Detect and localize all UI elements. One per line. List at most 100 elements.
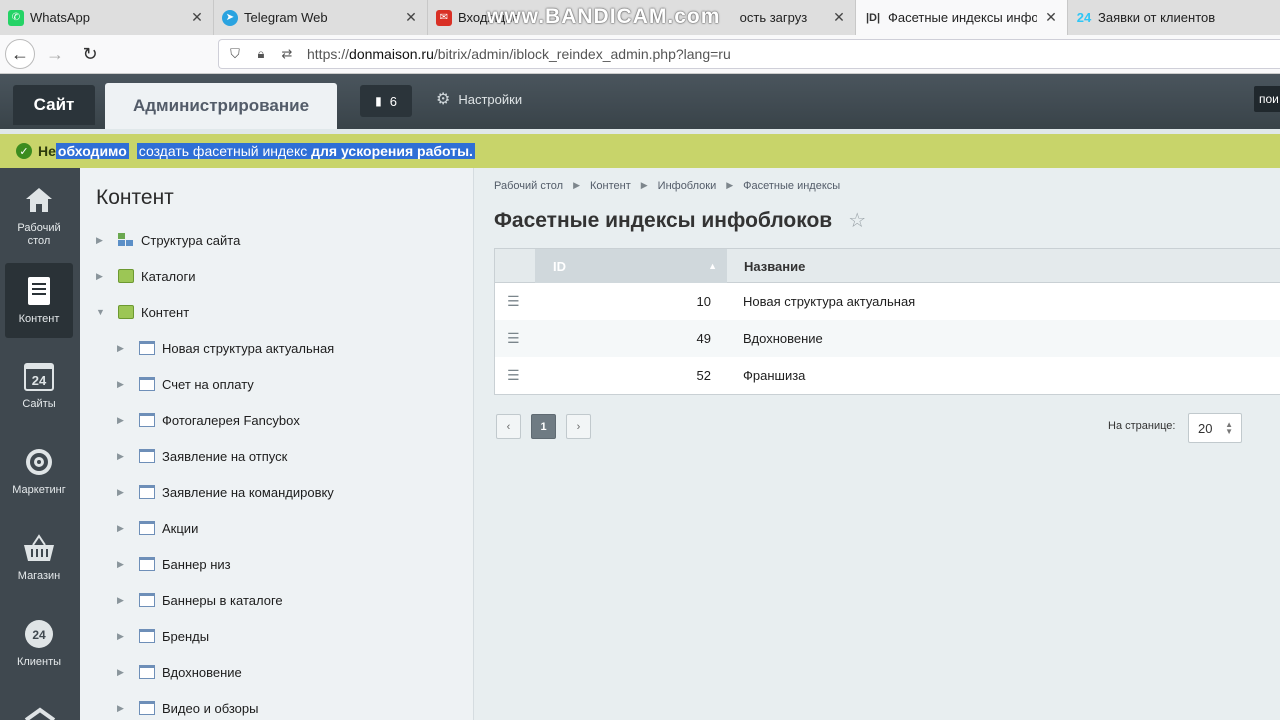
- table-row[interactable]: ☰ 10 Новая структура актуальная: [495, 283, 1280, 320]
- row-menu-icon[interactable]: ☰: [507, 293, 521, 310]
- collapsed-arrow-icon[interactable]: ▶: [96, 271, 108, 282]
- recording-watermark: www.BANDICAM.com: [487, 5, 721, 28]
- menu-tree-item[interactable]: ▶ Баннер низ: [117, 554, 231, 574]
- collapsed-arrow-icon[interactable]: ▶: [117, 523, 129, 534]
- menu-marketing-label: Маркетинг: [12, 484, 66, 496]
- svg-text:24: 24: [32, 628, 46, 642]
- prev-page-button[interactable]: ‹: [496, 414, 521, 439]
- notice-link[interactable]: создать фасетный индекс для ускорения ра…: [136, 143, 475, 159]
- table-row[interactable]: ☰ 52 Франшиза: [495, 357, 1280, 394]
- row-name: Франшиза: [743, 368, 806, 383]
- menu-tree-item-label: Каталоги: [141, 268, 196, 284]
- menu-tree-item[interactable]: ▶ Заявление на командировку: [117, 482, 334, 502]
- notifications-button[interactable]: ▮ 6: [360, 85, 412, 117]
- menu-tree-item[interactable]: ▶ Видео и обзоры: [117, 698, 258, 718]
- search-input[interactable]: пои: [1254, 86, 1280, 112]
- tab-facet-index[interactable]: |D| Фасетные индексы инфобл ✕: [856, 0, 1068, 35]
- menu-tree-item[interactable]: ▶ Фотогалерея Fancybox: [117, 410, 300, 430]
- menu-tree-item[interactable]: ▼ Контент: [96, 302, 189, 322]
- menu-shop[interactable]: Магазин: [5, 532, 73, 592]
- iblock-icon: [139, 341, 155, 355]
- collapsed-arrow-icon[interactable]: ▶: [117, 559, 129, 570]
- permissions-icon: ⇄: [281, 46, 293, 61]
- menu-tree-item[interactable]: ▶ Новая структура актуальная: [117, 338, 334, 358]
- menu-tree-item[interactable]: ▶ Структура сайта: [96, 230, 240, 250]
- lock-icon: 🔒︎: [257, 46, 265, 61]
- collapsed-arrow-icon[interactable]: ▶: [117, 487, 129, 498]
- menu-clients[interactable]: 24 Клиенты: [5, 618, 73, 678]
- column-header-name[interactable]: Название: [744, 249, 805, 283]
- breadcrumb-item[interactable]: Инфоблоки: [658, 180, 717, 192]
- administration-tab[interactable]: Администрирование: [105, 83, 337, 129]
- iblock-icon: [139, 521, 155, 535]
- tab-telegram[interactable]: ➤ Telegram Web ✕: [214, 0, 428, 35]
- menu-content-label: Контент: [18, 313, 60, 325]
- grid-header: ID ▲ Название: [495, 249, 1280, 283]
- close-icon[interactable]: ✕: [831, 9, 847, 26]
- menu-marketing[interactable]: Маркетинг: [5, 446, 73, 506]
- address-bar[interactable]: ⛉ 🔒︎ ⇄ https://donmaison.ru/bitrix/admin…: [218, 39, 1280, 69]
- breadcrumb-item[interactable]: Рабочий стол: [494, 180, 563, 192]
- row-name: Вдохновение: [743, 331, 823, 346]
- menu-tree-item[interactable]: ▶ Вдохновение: [117, 662, 242, 682]
- page-title-wrap: Фасетные индексы инфоблоков ☆: [494, 208, 866, 233]
- menu-tree-item-label: Фотогалерея Fancybox: [162, 412, 300, 428]
- tab-label: Telegram Web: [244, 10, 328, 25]
- collapsed-arrow-icon[interactable]: ▶: [117, 415, 129, 426]
- menu-content[interactable]: Контент: [5, 263, 73, 338]
- menu-tree-item[interactable]: ▶ Бренды: [117, 626, 209, 646]
- menu-panel-title: Контент: [96, 186, 174, 209]
- collapsed-arrow-icon[interactable]: ▶: [117, 667, 129, 678]
- collapsed-arrow-icon[interactable]: ▶: [117, 595, 129, 606]
- settings-button[interactable]: ⚙ Настройки: [436, 89, 522, 109]
- page-1-button[interactable]: 1: [531, 414, 556, 439]
- menu-tree-item-label: Новая структура актуальная: [162, 340, 335, 356]
- menu-tree-item-label: Акции: [162, 520, 199, 536]
- row-menu-icon[interactable]: ☰: [507, 367, 521, 384]
- collapsed-arrow-icon[interactable]: ▶: [96, 235, 108, 246]
- iblock-icon: [139, 701, 155, 715]
- per-page-value: 20: [1198, 420, 1213, 436]
- back-button[interactable]: ←: [5, 39, 35, 69]
- row-menu-icon[interactable]: ☰: [507, 330, 521, 347]
- more-menu-icon[interactable]: [22, 706, 58, 720]
- table-row[interactable]: ☰ 49 Вдохновение: [495, 320, 1280, 357]
- favorite-star-icon[interactable]: ☆: [848, 208, 866, 233]
- collapsed-arrow-icon[interactable]: ▶: [117, 379, 129, 390]
- menu-tree-item-label: Заявление на командировку: [162, 484, 334, 500]
- menu-tree-item[interactable]: ▶ Акции: [117, 518, 198, 538]
- expanded-arrow-icon[interactable]: ▼: [96, 307, 108, 317]
- iblock-icon: [139, 557, 155, 571]
- close-icon[interactable]: ✕: [189, 9, 205, 26]
- close-icon[interactable]: ✕: [1043, 9, 1059, 26]
- collapsed-arrow-icon[interactable]: ▶: [117, 703, 129, 714]
- tab-requests[interactable]: 24 Заявки от клиентов: [1068, 0, 1280, 35]
- notice-bar: ✓ Не обходимо создать фасетный индекс для…: [0, 129, 1280, 168]
- close-icon[interactable]: ✕: [403, 9, 419, 26]
- admin-header: Сайт Администрирование ▮ 6 ⚙ Настройки п…: [0, 74, 1280, 129]
- collapsed-arrow-icon[interactable]: ▶: [117, 451, 129, 462]
- breadcrumb-item[interactable]: Фасетные индексы: [743, 180, 840, 192]
- tab-whatsapp[interactable]: ✆ WhatsApp ✕: [0, 0, 214, 35]
- breadcrumb-item[interactable]: Контент: [590, 180, 631, 192]
- notifications-count: 6: [389, 93, 397, 109]
- per-page-select[interactable]: 20 ▲ ▼: [1188, 413, 1242, 443]
- site-button[interactable]: Сайт: [13, 85, 95, 125]
- menu-desktop[interactable]: Рабочий стол: [5, 184, 73, 254]
- next-page-button[interactable]: ›: [566, 414, 591, 439]
- collapsed-arrow-icon[interactable]: ▶: [117, 343, 129, 354]
- menu-tree-item[interactable]: ▶ Счет на оплату: [117, 374, 254, 394]
- reload-button[interactable]: ↻: [75, 39, 105, 69]
- menu-tree-item-label: Заявление на отпуск: [162, 448, 288, 464]
- structure-icon: [118, 233, 134, 247]
- menu-tree-item[interactable]: ▶ Заявление на отпуск: [117, 446, 287, 466]
- row-name: Новая структура актуальная: [743, 294, 916, 309]
- menu-tree-item[interactable]: ▶ Баннеры в каталоге: [117, 590, 283, 610]
- column-header-id[interactable]: ID ▲: [535, 249, 727, 283]
- target-icon: [23, 446, 55, 478]
- collapsed-arrow-icon[interactable]: ▶: [117, 631, 129, 642]
- menu-tree-item[interactable]: ▶ Каталоги: [96, 266, 196, 286]
- forward-button[interactable]: →: [40, 39, 70, 69]
- iblock-icon: [139, 485, 155, 499]
- menu-sites[interactable]: 24 Сайты: [5, 360, 73, 420]
